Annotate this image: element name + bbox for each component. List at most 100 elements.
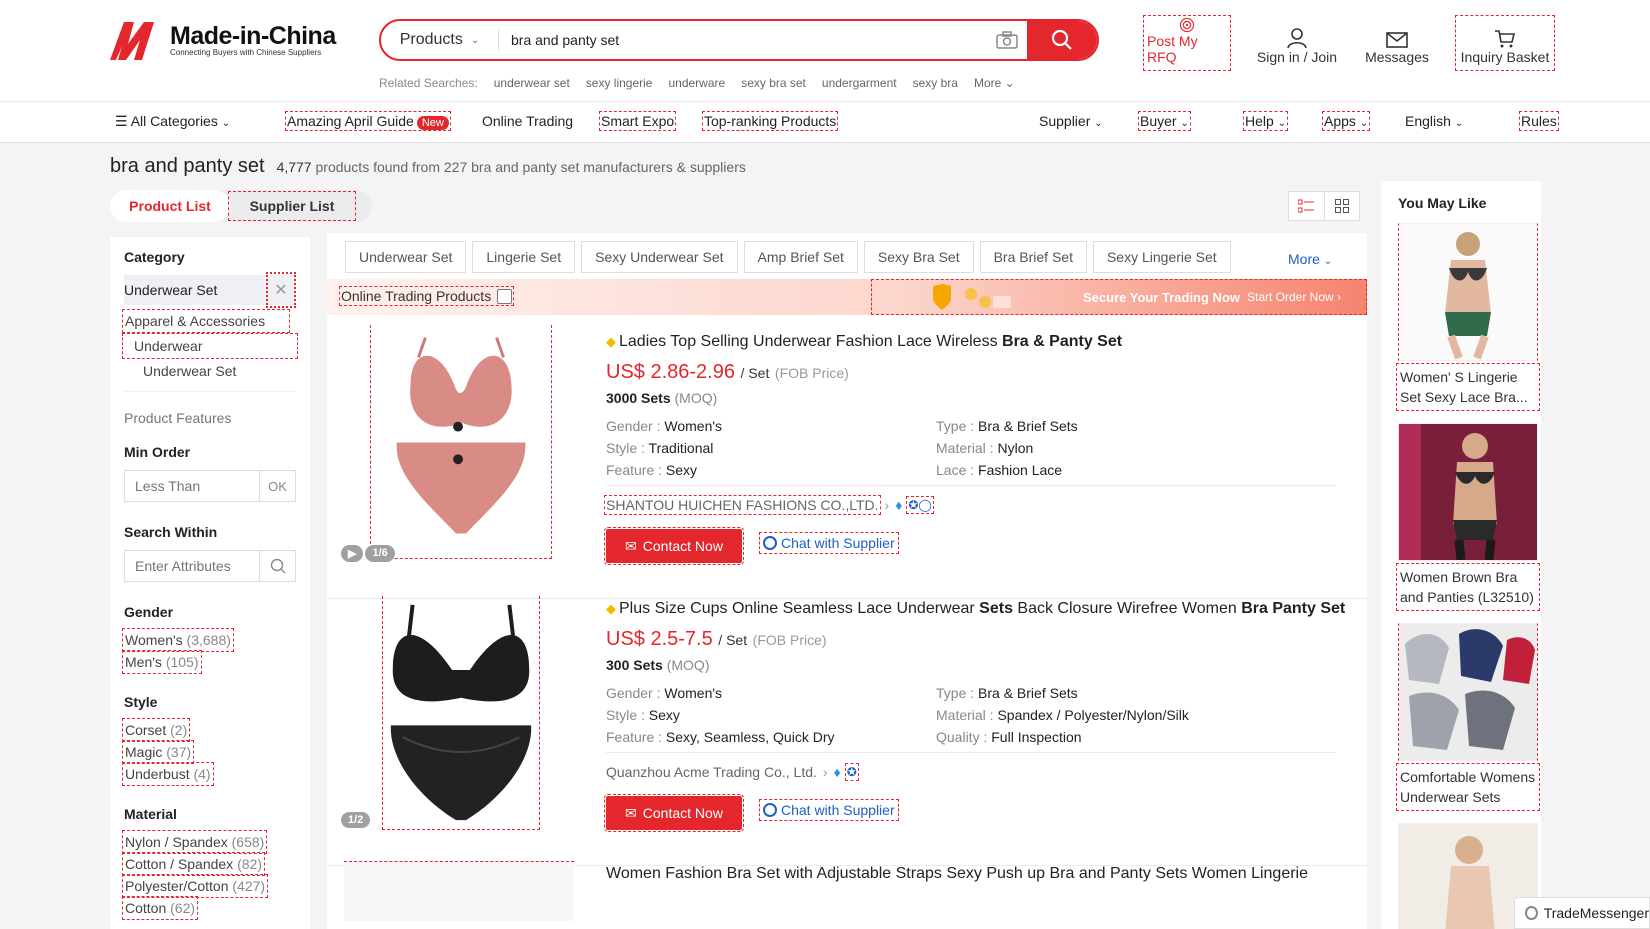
category-chip[interactable]: Sexy Underwear Set [581, 241, 738, 273]
buyer-label: Buyer [1140, 113, 1177, 129]
facet-option[interactable]: Men's (105) [122, 650, 202, 674]
related-search-link[interactable]: sexy bra set [741, 76, 806, 90]
facet-option[interactable]: Nylon / Spandex (658) [121, 830, 268, 854]
sign-in-button[interactable]: Sign in / Join [1253, 17, 1341, 69]
supplier-name-link[interactable]: Quanzhou Acme Trading Co., Ltd. [606, 764, 817, 780]
related-search-link[interactable]: underware [668, 76, 725, 90]
chips-more-link[interactable]: More ⌄ [1288, 251, 1332, 267]
search-category-select[interactable]: Products ⌄ [381, 29, 499, 51]
tab-supplier-list[interactable]: Supplier List [228, 191, 356, 221]
min-order-input[interactable] [125, 471, 259, 501]
contact-now-label: Contact Now [642, 538, 723, 554]
facet-label: Polyester/Cotton [125, 878, 229, 894]
recommended-item[interactable]: Women Brown Bra and Panties (L32510) [1396, 423, 1540, 611]
secure-trading-banner[interactable]: Secure Your Trading Now Start Order Now … [871, 279, 1367, 315]
related-search-link[interactable]: undergarment [822, 76, 897, 90]
facet-option[interactable]: Women's (3,688) [122, 628, 234, 652]
chat-with-supplier-button[interactable]: Chat with Supplier [759, 532, 899, 554]
price-unit: / Set [718, 632, 748, 648]
grid-view-button[interactable] [1325, 192, 1360, 220]
moq-value: 3000 Sets [606, 390, 671, 406]
apps-menu[interactable]: Apps ⌄ [1321, 111, 1371, 131]
gender-heading: Gender [124, 604, 174, 620]
min-order-ok-button[interactable]: OK [259, 471, 295, 501]
audited-supplier-icon[interactable]: ✪ [844, 763, 859, 781]
related-search-link[interactable]: underwear set [494, 76, 570, 90]
facet-option[interactable]: Polyester/Cotton (427) [121, 874, 269, 898]
all-categories-menu[interactable]: ☰ All Categories ⌄ [115, 113, 230, 130]
post-rfq-button[interactable]: Post My RFQ [1143, 15, 1231, 71]
product-title[interactable]: Women Fashion Bra Set with Adjustable St… [606, 865, 1308, 883]
contact-now-button[interactable]: ✉ Contact Now [604, 527, 744, 565]
list-view-button[interactable] [1289, 192, 1325, 220]
product-image[interactable] [382, 596, 540, 830]
facet-option[interactable]: Underbust (4) [122, 762, 214, 786]
chevron-down-icon: ⌄ [1180, 118, 1189, 129]
search-within-input[interactable] [125, 551, 259, 581]
category-chip[interactable]: Lingerie Set [472, 241, 576, 273]
moq-label: (MOQ) [666, 657, 710, 673]
related-search-link[interactable]: sexy lingerie [586, 76, 653, 90]
help-menu[interactable]: Help ⌄ [1242, 111, 1289, 131]
audited-supplier-icon[interactable]: ✪◯ [906, 496, 934, 514]
facet-label: Women's [125, 632, 183, 648]
tab-product-list[interactable]: Product List [110, 190, 230, 222]
category-chip[interactable]: Bra Brief Set [979, 241, 1087, 273]
contact-now-button[interactable]: ✉ Contact Now [604, 794, 744, 832]
recommended-caption[interactable]: Women Brown Bra and Panties (L32510) [1396, 563, 1540, 611]
related-search-link[interactable]: sexy bra [913, 76, 958, 90]
start-order-link[interactable]: Start Order Now › [1247, 290, 1341, 304]
results-found-text: products found from 227 bra and panty se… [315, 159, 746, 175]
category-chip[interactable]: Sexy Lingerie Set [1092, 241, 1231, 273]
trademessenger-button[interactable]: TradeMessenger [1514, 897, 1650, 929]
selected-category: Underwear Set ✕ [124, 272, 296, 308]
supplier-menu[interactable]: Supplier ⌄ [1039, 113, 1103, 129]
camera-icon[interactable] [987, 21, 1027, 59]
new-badge: New [416, 116, 449, 130]
site-logo[interactable]: Made-in-China Connecting Buyers with Chi… [110, 20, 336, 60]
recommended-caption[interactable]: Women' S Lingerie Set Sexy Lace Bra... [1396, 363, 1540, 411]
amazing-april-link[interactable]: Amazing April Guide New [285, 111, 451, 131]
facet-option[interactable]: Cotton (62) [121, 896, 199, 920]
related-more-link[interactable]: More ⌄ [974, 76, 1015, 90]
product-title[interactable]: ◆ Ladies Top Selling Underwear Fashion La… [606, 333, 1122, 351]
recommended-image[interactable] [1398, 223, 1538, 361]
recommended-image[interactable] [1398, 423, 1538, 561]
product-image[interactable] [344, 861, 574, 921]
attribute: Gender : Women's [606, 418, 723, 434]
language-menu[interactable]: English ⌄ [1405, 113, 1463, 129]
online-trading-filter[interactable]: Online Trading Products [338, 286, 515, 306]
help-label: Help [1245, 113, 1274, 129]
facet-option[interactable]: Cotton / Spandex (82) [122, 852, 265, 876]
category-link-underwear[interactable]: Underwear [122, 333, 298, 359]
search-button[interactable] [1027, 21, 1097, 59]
category-link-underwear-set[interactable]: Underwear Set [124, 359, 296, 383]
facet-label: Corset [125, 722, 167, 738]
product-title[interactable]: ◆ Plus Size Cups Online Seamless Lace Und… [606, 600, 1345, 618]
inquiry-basket-button[interactable]: Inquiry Basket [1455, 15, 1555, 71]
category-chip[interactable]: Underwear Set [345, 241, 467, 273]
online-trading-checkbox[interactable] [497, 288, 513, 304]
close-icon[interactable]: ✕ [266, 272, 296, 308]
product-image[interactable] [370, 325, 552, 559]
category-chip[interactable]: Amp Brief Set [743, 241, 858, 273]
search-within-button[interactable] [259, 551, 295, 581]
online-trading-link[interactable]: Online Trading [482, 113, 573, 129]
category-chip[interactable]: Sexy Bra Set [863, 241, 974, 273]
facet-option[interactable]: Magic (37) [121, 740, 195, 764]
buyer-menu[interactable]: Buyer ⌄ [1138, 111, 1191, 131]
recommended-image[interactable] [1398, 623, 1538, 761]
rules-link[interactable]: Rules [1519, 111, 1559, 131]
search-input[interactable] [499, 21, 987, 59]
messages-button[interactable]: Messages [1362, 17, 1432, 69]
chat-with-supplier-button[interactable]: Chat with Supplier [759, 799, 899, 821]
smart-expo-link[interactable]: Smart Expo [598, 111, 677, 131]
category-link-apparel[interactable]: Apparel & Accessories [122, 309, 290, 333]
supplier-name-link[interactable]: SHANTOU HUICHEN FASHIONS CO.,LTD. [604, 495, 881, 515]
video-play-icon[interactable]: ▶ [341, 545, 364, 562]
facet-option[interactable]: Corset (2) [121, 718, 191, 742]
recommended-item[interactable]: Comfortable Womens Underwear Sets Soli..… [1396, 623, 1540, 811]
top-ranking-link[interactable]: Top-ranking Products [701, 111, 839, 131]
recommended-caption[interactable]: Comfortable Womens Underwear Sets Soli..… [1396, 763, 1540, 811]
recommended-item[interactable]: Women' S Lingerie Set Sexy Lace Bra... [1396, 223, 1540, 411]
